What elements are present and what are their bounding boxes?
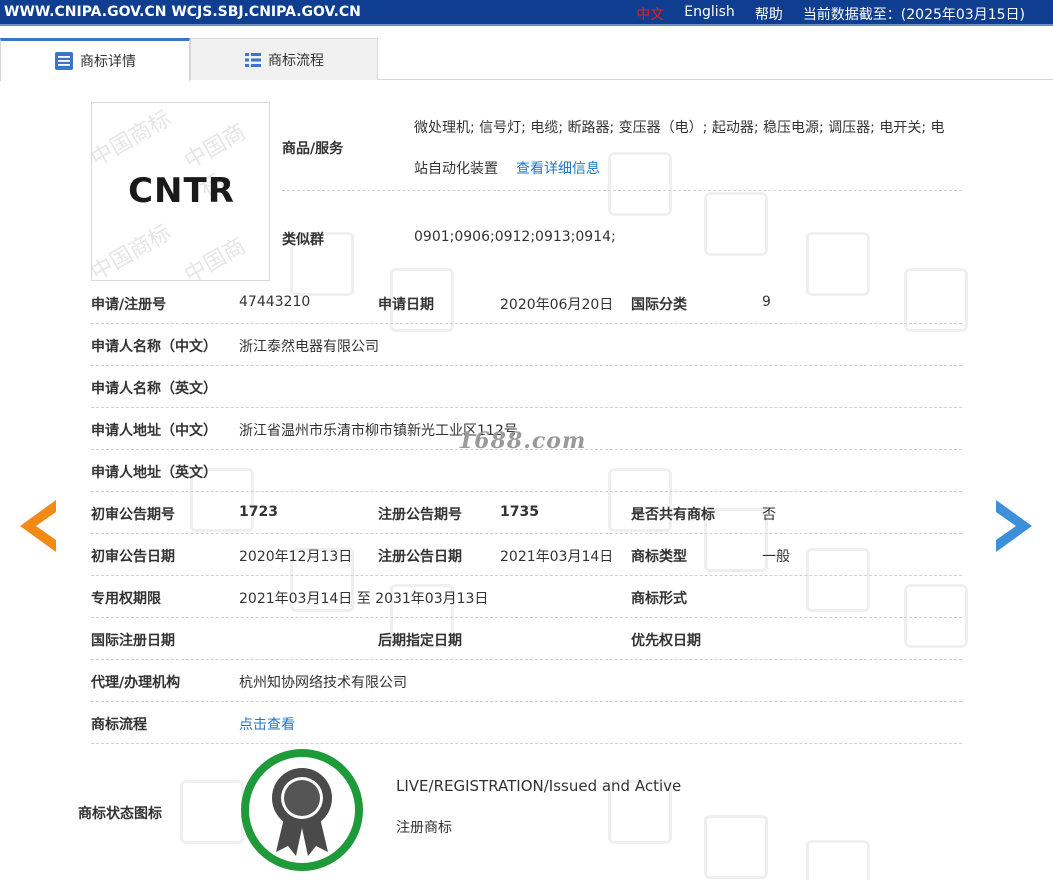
reg-no-label: 申请/注册号 [91, 297, 167, 313]
image-watermark: 中国商标 [91, 106, 176, 172]
shared-mark-label: 是否共有商标 [631, 507, 715, 523]
top-bar-links: 中文 English 帮助 当前数据截至：(2025年03月15日) [616, 4, 1025, 24]
intl-class-label: 国际分类 [631, 297, 687, 313]
applicant-en-label: 申请人名称（英文） [91, 381, 217, 397]
mark-type-value: 一般 [762, 549, 790, 565]
mark-type-label: 商标类型 [631, 549, 687, 565]
image-watermark: 中国商标 [91, 220, 176, 281]
tab-trademark-detail[interactable]: 商标详情 [0, 38, 190, 81]
reg-pub-no-label: 注册公告期号 [378, 507, 462, 523]
intl-class-value: 9 [762, 294, 771, 310]
divider [91, 743, 962, 744]
status-en-text: LIVE/REGISTRATION/Issued and Active [396, 777, 682, 795]
site-domains: WWW.CNIPA.GOV.CN WCJS.SBJ.CNIPA.GOV.CN [4, 4, 361, 20]
divider [282, 190, 962, 191]
image-watermark: 中国商标 [180, 233, 251, 281]
divider [91, 659, 962, 660]
lang-english-link[interactable]: English [684, 4, 735, 24]
agent-value: 杭州知协网络技术有限公司 [239, 675, 407, 691]
registered-status-icon [240, 748, 364, 872]
trademark-text: CNTR [128, 171, 235, 211]
app-date-label: 申请日期 [378, 297, 434, 313]
reg-pub-date-label: 注册公告日期 [378, 549, 462, 565]
app-date-value: 2020年06月20日 [500, 297, 614, 313]
applicant-cn-label: 申请人名称（中文） [91, 339, 217, 355]
goods-line-2: 站自动化装置 [414, 161, 498, 177]
view-details-link[interactable]: 查看详细信息 [516, 158, 600, 178]
period-value: 2021年03月14日 至 2031年03月13日 [239, 591, 489, 607]
goods-label: 商品/服务 [282, 141, 344, 157]
lang-chinese-link[interactable]: 中文 [636, 4, 664, 24]
previous-arrow-icon[interactable] [20, 500, 56, 552]
similar-group-label: 类似群 [282, 232, 324, 248]
address-en-label: 申请人地址（英文） [91, 465, 217, 481]
divider [91, 323, 962, 324]
tab-label: 商标流程 [268, 52, 324, 69]
help-link[interactable]: 帮助 [755, 4, 783, 24]
prelim-no-label: 初审公告期号 [91, 507, 175, 523]
divider [91, 575, 962, 576]
prelim-no-value: 1723 [239, 504, 278, 520]
divider [91, 407, 962, 408]
data-date-text: 当前数据截至：(2025年03月15日) [802, 7, 1025, 23]
intl-reg-date-label: 国际注册日期 [91, 633, 175, 649]
divider [91, 365, 962, 366]
process-label: 商标流程 [91, 717, 147, 733]
period-label: 专用权期限 [91, 591, 161, 607]
top-bar: WWW.CNIPA.GOV.CN WCJS.SBJ.CNIPA.GOV.CN 中… [0, 0, 1053, 26]
divider [91, 491, 962, 492]
list-icon [244, 51, 262, 69]
priority-date-label: 优先权日期 [631, 633, 701, 649]
later-date-label: 后期指定日期 [378, 633, 462, 649]
trademark-image: 中国商标 中国商标 中国商标 中国商标 CNTR [91, 102, 270, 281]
agent-label: 代理/办理机构 [91, 675, 181, 691]
status-cn-text: 注册商标 [396, 820, 452, 836]
tab-trademark-process[interactable]: 商标流程 [190, 38, 378, 80]
next-arrow-icon[interactable] [996, 500, 1032, 552]
reg-no-value: 47443210 [239, 294, 311, 310]
document-list-icon [54, 51, 74, 71]
divider [91, 617, 962, 618]
site-watermark-text: 1688.com [458, 428, 587, 454]
divider [91, 701, 962, 702]
prelim-date-value: 2020年12月13日 [239, 549, 353, 565]
status-icon-label: 商标状态图标 [78, 806, 162, 822]
process-view-link[interactable]: 点击查看 [239, 714, 295, 734]
reg-pub-no-value: 1735 [500, 504, 539, 520]
divider [91, 533, 962, 534]
mark-form-label: 商标形式 [631, 591, 687, 607]
applicant-cn-value: 浙江泰然电器有限公司 [239, 339, 379, 355]
reg-pub-date-value: 2021年03月14日 [500, 549, 614, 565]
shared-mark-value: 否 [762, 507, 776, 523]
tab-bar: 商标详情 商标流程 [0, 38, 1053, 81]
goods-line-1: 微处理机; 信号灯; 电缆; 断路器; 变压器（电）; 起动器; 稳压电源; 调… [414, 120, 945, 136]
similar-group-value: 0901;0906;0912;0913;0914; [414, 229, 616, 245]
tab-label: 商标详情 [80, 54, 136, 70]
prelim-date-label: 初审公告日期 [91, 549, 175, 565]
address-cn-label: 申请人地址（中文） [91, 423, 217, 439]
